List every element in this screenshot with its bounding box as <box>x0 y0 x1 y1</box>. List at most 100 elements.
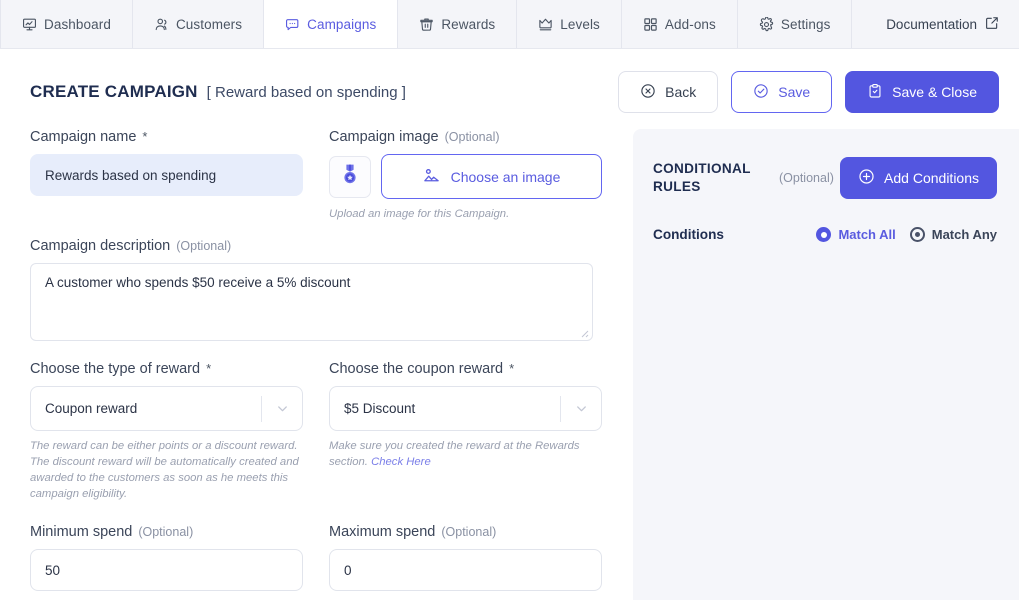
chevron-down-icon <box>262 401 302 416</box>
campaign-form: Campaign name * Rewards based on spendin… <box>30 129 615 600</box>
chevron-down-icon <box>561 401 601 416</box>
coupon-reward-value: $5 Discount <box>344 401 416 417</box>
choose-image-button-label: Choose an image <box>450 168 561 185</box>
documentation-link[interactable]: Documentation <box>866 0 1019 48</box>
required-marker: * <box>509 361 515 377</box>
gear-icon <box>759 16 774 32</box>
dashboard-icon <box>22 17 37 32</box>
campaign-image-row: Choose an image <box>329 154 602 199</box>
nav-tabs: Dashboard Customers Campaigns Rewards Le… <box>0 0 853 48</box>
nav-tab-settings[interactable]: Settings <box>738 0 853 48</box>
nav-tab-label: Dashboard <box>44 16 111 32</box>
save-button[interactable]: Save <box>731 71 833 113</box>
campaign-image-label: Campaign image (Optional) <box>329 129 602 145</box>
addons-grid-icon <box>643 17 658 32</box>
choose-image-button[interactable]: Choose an image <box>381 154 602 199</box>
optional-marker: (Optional) <box>441 525 497 540</box>
side-column: CONDITIONAL RULES (Optional) Add Conditi… <box>615 129 1019 600</box>
reward-type-select[interactable]: Coupon reward <box>30 386 303 432</box>
campaign-name-label: Campaign name * <box>30 129 303 145</box>
campaign-description-label: Campaign description (Optional) <box>30 238 593 254</box>
close-circle-icon <box>640 83 656 102</box>
save-and-close-button[interactable]: Save & Close <box>845 71 999 113</box>
form-row-description: Campaign description (Optional) A custom… <box>30 238 615 342</box>
form-row-rewards: Choose the type of reward * Coupon rewar… <box>30 361 615 502</box>
campaigns-icon <box>285 17 300 32</box>
optional-marker: (Optional) <box>444 130 500 144</box>
match-all-label: Match All <box>838 227 896 242</box>
coupon-reward-select[interactable]: $5 Discount <box>329 386 602 432</box>
nav-tab-label: Levels <box>560 16 600 32</box>
required-marker: * <box>142 129 148 144</box>
header-actions: Back Save Save & Close <box>618 71 999 113</box>
campaign-name-field: Campaign name * Rewards based on spendin… <box>30 129 303 222</box>
conditional-rules-optional: (Optional) <box>779 171 834 185</box>
nav-tab-label: Customers <box>175 16 243 32</box>
conditions-row: Conditions Match All Match Any <box>653 227 997 242</box>
conditional-rules-title: CONDITIONAL RULES <box>653 161 751 194</box>
top-navbar: Dashboard Customers Campaigns Rewards Le… <box>0 0 1019 49</box>
campaign-description-field: Campaign description (Optional) A custom… <box>30 238 593 342</box>
page-content: Campaign name * Rewards based on spendin… <box>0 129 1019 600</box>
page-title: CREATE CAMPAIGN <box>30 82 198 101</box>
campaign-image-label-text: Campaign image <box>329 129 439 145</box>
nav-tab-add-ons[interactable]: Add-ons <box>622 0 738 48</box>
campaign-image-hint: Upload an image for this Campaign. <box>329 208 510 220</box>
rewards-icon <box>419 17 434 32</box>
page-subtitle: [ Reward based on spending ] <box>206 83 406 101</box>
nav-tab-rewards[interactable]: Rewards <box>398 0 518 48</box>
save-and-close-button-label: Save & Close <box>892 84 977 100</box>
match-any-label: Match Any <box>931 227 997 242</box>
check-here-link[interactable]: Check Here <box>371 456 431 468</box>
campaign-description-textarea[interactable]: A customer who spends $50 receive a 5% d… <box>30 263 593 342</box>
coupon-reward-hint: Make sure you created the reward at the … <box>329 438 602 470</box>
customers-icon <box>154 17 169 32</box>
form-row-spend: Minimum spend (Optional) 50 How much a c… <box>30 524 615 600</box>
nav-tab-label: Add-ons <box>664 16 716 32</box>
page-header: CREATE CAMPAIGN [ Reward based on spendi… <box>0 49 1019 129</box>
maximum-spend-input[interactable]: 0 <box>329 549 602 592</box>
conditional-rules-header: CONDITIONAL RULES (Optional) Add Conditi… <box>653 157 997 199</box>
back-button-label: Back <box>665 84 697 100</box>
match-mode-radio-group: Match All Match Any <box>816 227 997 242</box>
nav-tab-campaigns[interactable]: Campaigns <box>264 0 399 48</box>
minimum-spend-field: Minimum spend (Optional) 50 How much a c… <box>30 524 303 600</box>
reward-type-hint: The reward can be either points or a dis… <box>30 440 299 501</box>
check-circle-icon <box>753 83 769 102</box>
medal-award-icon <box>338 162 362 191</box>
match-any-radio[interactable]: Match Any <box>909 227 997 242</box>
minimum-spend-input[interactable]: 50 <box>30 549 303 592</box>
coupon-reward-label-text: Choose the coupon reward <box>329 361 504 378</box>
nav-tab-dashboard[interactable]: Dashboard <box>0 0 133 48</box>
maximum-spend-label: Maximum spend (Optional) <box>329 524 602 540</box>
documentation-label: Documentation <box>886 16 977 32</box>
coupon-reward-hint-text: Make sure you created the reward at the … <box>329 440 580 469</box>
radio-selected-icon <box>816 227 832 242</box>
conditional-rules-panel: CONDITIONAL RULES (Optional) Add Conditi… <box>633 129 1019 600</box>
campaign-image-field: Campaign image (Optional) Choose an imag… <box>329 129 602 222</box>
radio-unselected-icon <box>909 227 925 242</box>
add-conditions-button[interactable]: Add Conditions <box>840 157 997 199</box>
campaign-name-label-text: Campaign name <box>30 129 137 145</box>
coupon-reward-label: Choose the coupon reward * <box>329 361 602 377</box>
reward-type-value: Coupon reward <box>45 401 138 417</box>
optional-marker: (Optional) <box>138 525 194 540</box>
maximum-spend-label-text: Maximum spend <box>329 524 436 541</box>
maximum-spend-field: Maximum spend (Optional) 0 The maximum a… <box>329 524 602 600</box>
reward-type-label-text: Choose the type of reward <box>30 361 201 378</box>
back-button[interactable]: Back <box>618 71 719 113</box>
image-picture-icon <box>423 167 440 187</box>
campaign-name-input[interactable]: Rewards based on spending <box>30 154 303 196</box>
nav-tab-customers[interactable]: Customers <box>133 0 265 48</box>
match-all-radio[interactable]: Match All <box>816 227 896 242</box>
levels-crown-icon <box>538 17 553 32</box>
nav-tab-levels[interactable]: Levels <box>517 0 622 48</box>
plus-circle-icon <box>858 168 875 188</box>
campaign-description-label-text: Campaign description <box>30 238 171 255</box>
reward-type-label: Choose the type of reward * <box>30 361 303 377</box>
reward-type-field: Choose the type of reward * Coupon rewar… <box>30 361 303 502</box>
campaign-image-thumbnail[interactable] <box>329 155 371 198</box>
required-marker: * <box>206 361 212 377</box>
save-button-label: Save <box>778 84 811 100</box>
